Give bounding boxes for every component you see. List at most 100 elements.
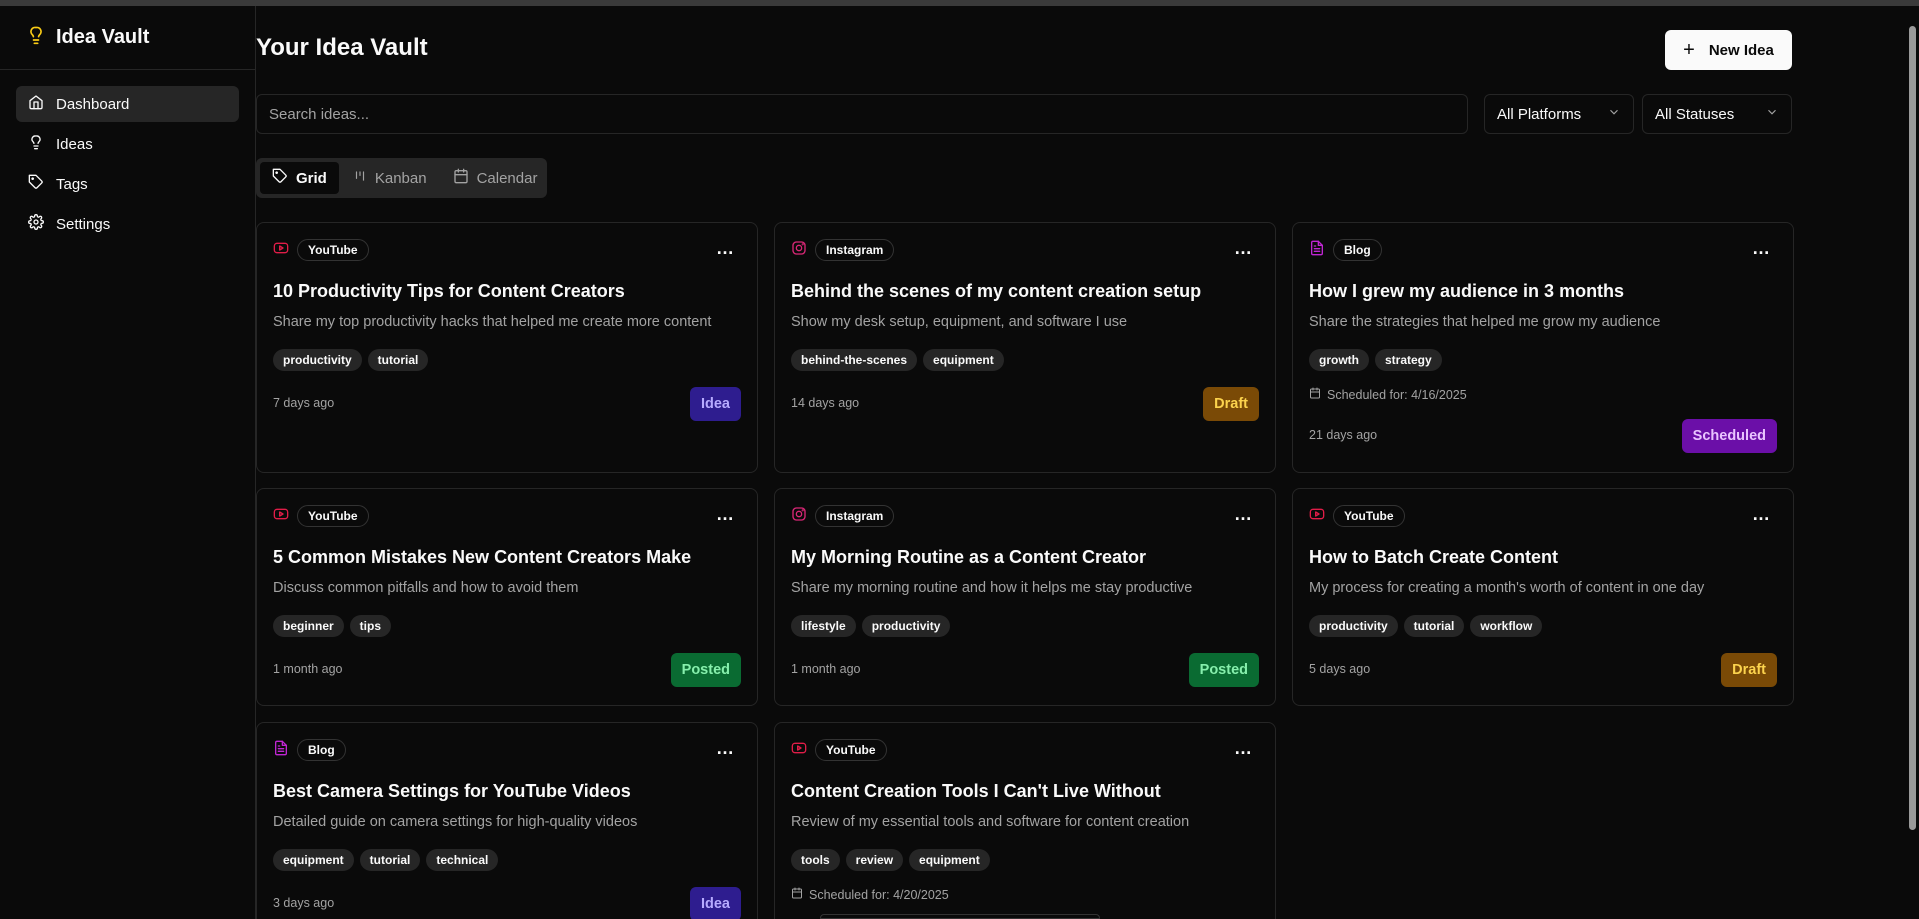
card-description: Review of my essential tools and softwar…	[791, 814, 1190, 830]
card-description: Discuss common pitfalls and how to avoid…	[273, 580, 579, 596]
document-icon	[273, 740, 289, 761]
tag-icon	[272, 168, 296, 188]
status-badge: Draft	[1203, 387, 1259, 421]
new-idea-label: New Idea	[1708, 41, 1774, 59]
page-title: Your Idea Vault	[256, 34, 428, 61]
tag-chip[interactable]: tutorial	[359, 849, 421, 871]
idea-card[interactable]: Blog … Best Camera Settings for YouTube Vi…	[256, 722, 758, 919]
card-description: Detailed guide on camera settings for hi…	[273, 814, 638, 830]
idea-card[interactable]: YouTube … 10 Productivity Tips for Content…	[256, 222, 758, 473]
idea-card[interactable]: YouTube … 5 Common Mistakes New Content Cr…	[256, 488, 758, 706]
card-header: Blog	[1309, 239, 1382, 261]
platform-badge: Instagram	[815, 505, 895, 527]
tag-chip[interactable]: equipment	[909, 849, 990, 871]
platform-badge: YouTube	[815, 739, 887, 761]
more-options-icon[interactable]: …	[716, 239, 735, 257]
sidebar-item-dashboard[interactable]: Dashboard	[16, 86, 239, 122]
more-options-icon[interactable]: …	[716, 739, 735, 757]
view-switcher: Grid Kanban Calendar	[256, 158, 547, 198]
tag-chip[interactable]: productivity	[273, 349, 362, 371]
tag-chip[interactable]: tutorial	[367, 349, 429, 371]
more-options-icon[interactable]: …	[1234, 739, 1253, 757]
sidebar-item-tags[interactable]: Tags	[16, 166, 239, 202]
scrollbar-thumb[interactable]	[1909, 26, 1916, 830]
card-title: Best Camera Settings for YouTube Videos	[273, 781, 631, 801]
tag-chip[interactable]: equipment	[273, 849, 354, 871]
brand[interactable]: Idea Vault	[0, 6, 255, 70]
plus-icon: +	[1683, 39, 1695, 61]
idea-card[interactable]: Blog … How I grew my audience in 3 months S…	[1292, 222, 1794, 473]
instagram-icon	[791, 506, 807, 527]
tag-chip[interactable]: strategy	[1375, 349, 1442, 371]
card-title: 5 Common Mistakes New Content Creators M…	[273, 547, 692, 567]
tag-chip[interactable]: growth	[1309, 349, 1369, 371]
tag-chip[interactable]: beginner	[273, 615, 344, 637]
tag-chip[interactable]: lifestyle	[791, 615, 856, 637]
status-select[interactable]: All Statuses	[1642, 94, 1792, 134]
card-title: How to Batch Create Content	[1309, 547, 1559, 567]
tab-label: Grid	[296, 169, 327, 187]
tag-icon	[28, 174, 56, 194]
tag-chip[interactable]: review	[845, 849, 904, 871]
status-badge: Draft	[1721, 653, 1777, 687]
more-options-icon[interactable]: …	[1234, 239, 1253, 257]
card-header: Instagram	[791, 505, 895, 527]
status-badge: Scheduled	[1681, 419, 1777, 453]
card-title: Behind the scenes of my content creation…	[791, 281, 1202, 301]
sidebar-item-settings[interactable]: Settings	[16, 206, 239, 242]
more-options-icon[interactable]: …	[716, 505, 735, 523]
card-header: YouTube	[791, 739, 887, 761]
status-select-value: All Statuses	[1655, 105, 1735, 123]
tag-chip[interactable]: workflow	[1470, 615, 1543, 637]
card-title: My Morning Routine as a Content Creator	[791, 547, 1147, 567]
tag-chip[interactable]: tips	[349, 615, 392, 637]
status-badge: Idea	[689, 387, 741, 421]
tag-chip[interactable]: equipment	[923, 349, 1004, 371]
home-icon	[28, 94, 56, 114]
vertical-scrollbar[interactable]	[1905, 6, 1919, 919]
sidebar-item-label: Tags	[56, 175, 88, 193]
status-badge: Idea	[689, 887, 741, 919]
platform-badge: Blog	[1333, 239, 1382, 261]
tag-chip[interactable]: behind-the-scenes	[791, 349, 918, 371]
card-header: Instagram	[791, 239, 895, 261]
sidebar: Idea Vault Dashboard Ideas Tags Settings	[0, 6, 256, 919]
more-options-icon[interactable]: …	[1752, 239, 1771, 257]
calendar-icon	[1309, 387, 1327, 402]
card-age: 1 month ago	[273, 662, 343, 676]
platform-select-value: All Platforms	[1497, 105, 1582, 123]
scheduled-date: Scheduled for: 4/20/2025	[791, 887, 949, 902]
app-name: Idea Vault	[56, 26, 150, 48]
platform-badge: Blog	[297, 739, 346, 761]
card-header: YouTube	[1309, 505, 1405, 527]
idea-card[interactable]: YouTube … How to Batch Create Content My pr…	[1292, 488, 1794, 706]
card-title: 10 Productivity Tips for Content Creator…	[273, 281, 625, 301]
document-icon	[1309, 240, 1325, 261]
tag-list: growth strategy	[1309, 349, 1448, 371]
card-description: Share the strategies that helped me grow…	[1309, 314, 1661, 330]
chevron-down-icon	[1607, 105, 1621, 123]
search-input[interactable]	[256, 94, 1468, 134]
platform-select[interactable]: All Platforms	[1484, 94, 1634, 134]
tab-grid[interactable]: Grid	[260, 162, 339, 194]
platform-badge: YouTube	[297, 505, 369, 527]
lightbulb-icon	[28, 134, 56, 154]
new-idea-button[interactable]: + New Idea	[1665, 30, 1792, 70]
tag-chip[interactable]: tools	[791, 849, 840, 871]
tag-chip[interactable]: technical	[426, 849, 499, 871]
tag-chip[interactable]: productivity	[1309, 615, 1398, 637]
more-options-icon[interactable]: …	[1752, 505, 1771, 523]
tag-chip[interactable]: tutorial	[1403, 615, 1465, 637]
more-options-icon[interactable]: …	[1234, 505, 1253, 523]
tab-calendar[interactable]: Calendar	[441, 162, 550, 194]
idea-card[interactable]: Instagram … My Morning Routine as a Conten…	[774, 488, 1276, 706]
idea-card[interactable]: Instagram … Behind the scenes of my conten…	[774, 222, 1276, 473]
sidebar-nav: Dashboard Ideas Tags Settings	[0, 70, 255, 262]
tab-kanban[interactable]: Kanban	[341, 162, 439, 194]
card-description: My process for creating a month's worth …	[1309, 580, 1705, 596]
sidebar-item-ideas[interactable]: Ideas	[16, 126, 239, 162]
horizontal-scrollbar[interactable]	[820, 914, 1100, 919]
tag-chip[interactable]: productivity	[861, 615, 951, 637]
tag-list: productivity tutorial workflow	[1309, 615, 1548, 637]
idea-card[interactable]: YouTube … Content Creation Tools I Can't L…	[774, 722, 1276, 919]
